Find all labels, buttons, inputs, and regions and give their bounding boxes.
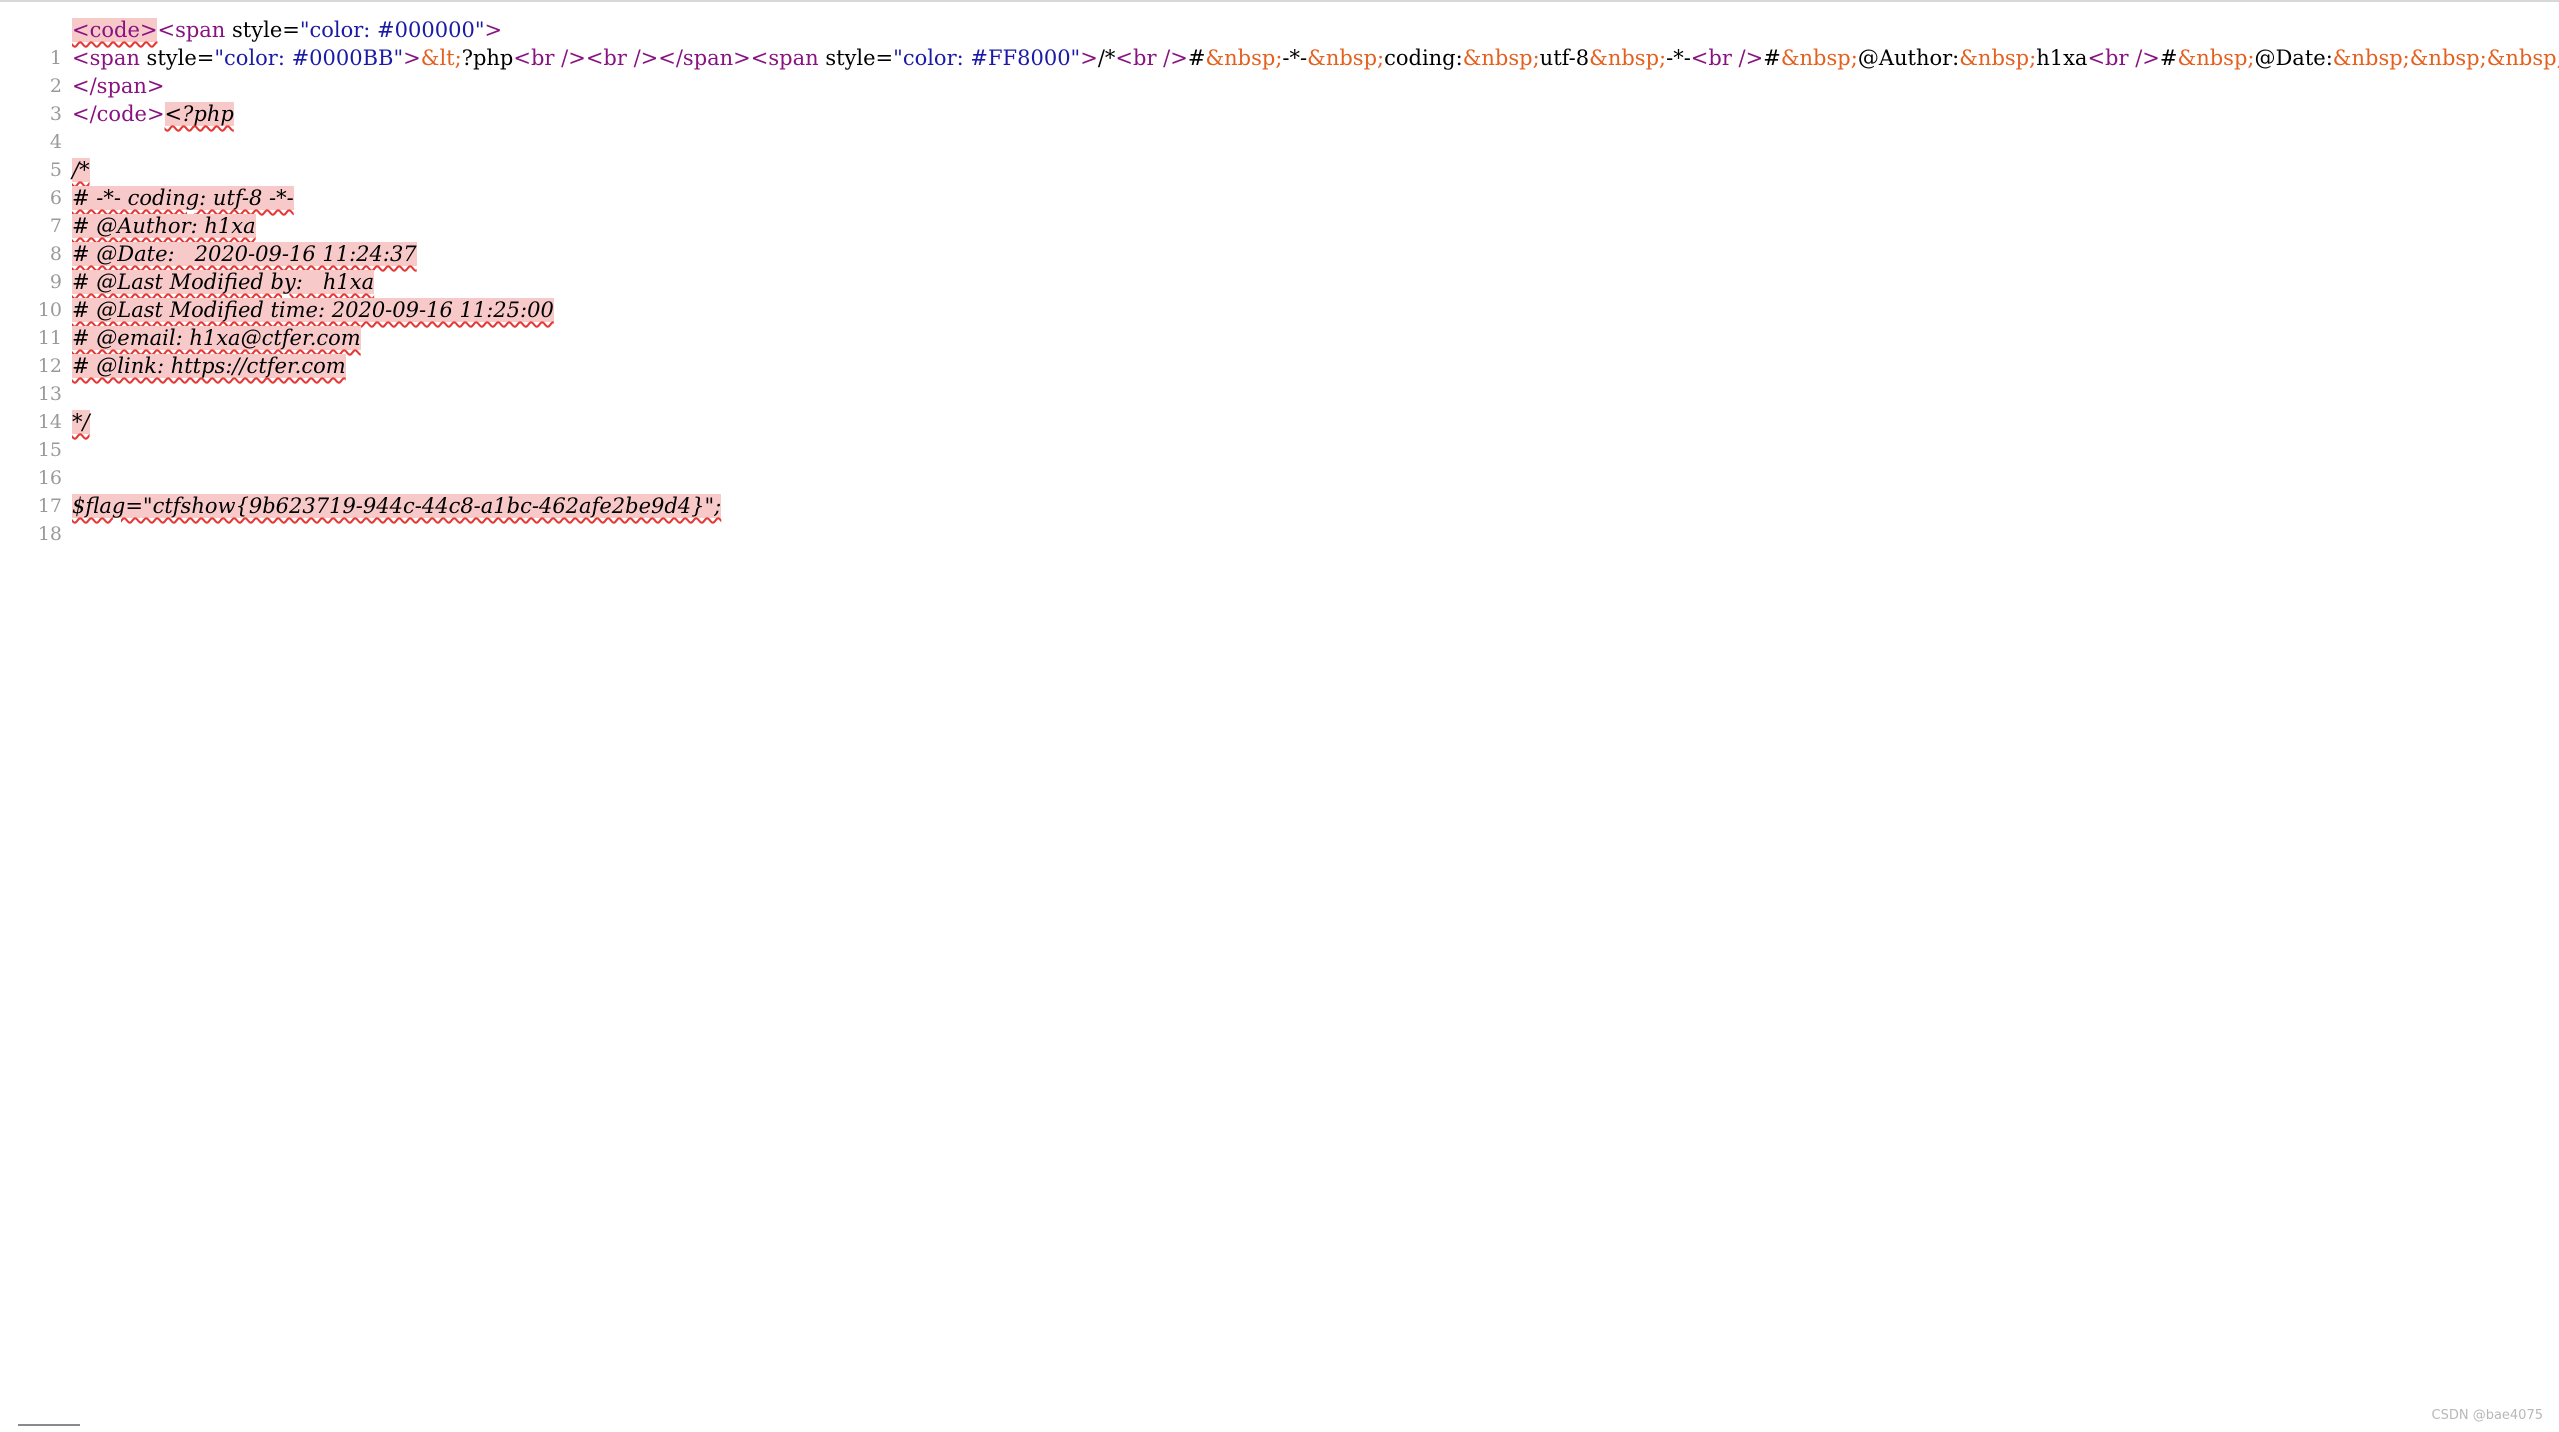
html-entity: &nbsp;: [1462, 46, 1540, 70]
source-line: 11 # @Last Modified time: 2020-09-16 11:…: [0, 296, 2559, 349]
style-attribute: style=: [225, 18, 300, 42]
source-line: 8 # @Author: h1xa: [0, 212, 2559, 265]
line-content: /*: [72, 156, 90, 184]
source-line: 2 <span style="color: #0000BB">&lt;?php<…: [0, 44, 2559, 97]
text-node: #: [1763, 46, 1781, 70]
span-close-tag: </span>: [72, 74, 165, 98]
html-entity: &nbsp;: [1589, 46, 1667, 70]
style-attribute: style=: [818, 46, 894, 70]
style-value: "color: #0000BB": [214, 46, 404, 70]
br-tag: <br />: [585, 46, 659, 70]
top-border: [0, 0, 2559, 2]
line-content: # -*- coding: utf-8 -*-: [72, 184, 294, 212]
php-open-error: <?php: [164, 102, 234, 126]
comment-error: # @Last Modified by: h1xa: [72, 270, 375, 294]
text-node: @Date:: [2254, 46, 2333, 70]
source-line: 13 # @link: https://ctfer.com: [0, 352, 2559, 405]
style-attribute: style=: [139, 46, 215, 70]
text-node: -*-: [1666, 46, 1691, 70]
style-value: "color: #FF8000": [893, 46, 1081, 70]
line-content: <span style="color: #0000BB">&lt;?php<br…: [72, 44, 2559, 72]
text-node: coding:: [1384, 46, 1463, 70]
source-line: 9 # @Date: 2020-09-16 11:24:37: [0, 240, 2559, 293]
view-source-window: 1 <code><span style="color: #000000"> 2 …: [0, 0, 2559, 1432]
watermark: CSDN @bae4075: [2431, 1408, 2544, 1423]
comment-error: */: [72, 410, 90, 434]
html-entity: &nbsp;: [1780, 46, 1858, 70]
text-node: #: [2159, 46, 2178, 70]
text-node: h1xa: [2036, 46, 2088, 70]
text-node: #: [1187, 46, 1206, 70]
source-line: 17: [0, 464, 2559, 517]
style-value: "color: #000000": [299, 18, 485, 42]
source-line: 18 $flag="ctfshow{9b623719-944c-44c8-a1b…: [0, 492, 2559, 545]
text-node: @Author:: [1857, 46, 1960, 70]
comment-error: # @email: h1xa@ctfer.com: [72, 326, 361, 350]
code-tag: <code>: [72, 18, 158, 42]
line-content: # @Author: h1xa: [72, 212, 256, 240]
html-entity: &lt;: [420, 46, 462, 70]
html-entity: &nbsp;&nbsp;&nbsp;: [2332, 46, 2559, 70]
comment-error: # @Author: h1xa: [72, 214, 256, 238]
line-number: 18: [37, 523, 62, 545]
html-entity: &nbsp;: [2177, 46, 2255, 70]
source-line: 3 </span>: [0, 72, 2559, 125]
text-node: -*-: [1282, 46, 1308, 70]
text-node: utf-8: [1539, 46, 1590, 70]
source-line: 7 # -*- coding: utf-8 -*-: [0, 184, 2559, 237]
text-node: /*: [1097, 46, 1116, 70]
br-tag: <br />: [1690, 46, 1764, 70]
line-content: </code><?php: [72, 100, 234, 128]
span-tag: <span: [72, 46, 140, 70]
tag-close: >: [484, 18, 503, 42]
br-tag: <br />: [2087, 46, 2160, 70]
source-line: 16: [0, 436, 2559, 489]
line-content: # @Last Modified by: h1xa: [72, 268, 375, 296]
line-content: </span>: [72, 72, 165, 100]
comment-error: # @link: https://ctfer.com: [72, 354, 346, 378]
code-close-tag: </code>: [72, 102, 165, 126]
source-line: 10 # @Last Modified by: h1xa: [0, 268, 2559, 321]
br-tag: <br />: [513, 46, 586, 70]
tag-close: >: [403, 46, 421, 70]
comment-error: # @Last Modified time: 2020-09-16 11:25:…: [72, 298, 554, 322]
comment-error: # @Date: 2020-09-16 11:24:37: [72, 242, 417, 266]
html-entity: &nbsp;: [1205, 46, 1283, 70]
line-content: # @link: https://ctfer.com: [72, 352, 346, 380]
line-content: <code><span style="color: #000000">: [72, 16, 502, 44]
source-line: 12 # @email: h1xa@ctfer.com: [0, 324, 2559, 377]
span-close-tag: </span>: [658, 46, 751, 70]
html-entity: &nbsp;: [1307, 46, 1385, 70]
source-line: 14: [0, 380, 2559, 433]
line-content: # @email: h1xa@ctfer.com: [72, 324, 361, 352]
source-line: 1 <code><span style="color: #000000">: [0, 16, 2559, 69]
br-tag: <br />: [1115, 46, 1188, 70]
line-content: $flag="ctfshow{9b623719-944c-44c8-a1bc-4…: [72, 492, 722, 520]
source-line: 6 /*: [0, 156, 2559, 209]
line-content: */: [72, 408, 90, 436]
tag-close: >: [1080, 46, 1098, 70]
source-line: 4 </code><?php: [0, 100, 2559, 153]
comment-error: /*: [72, 158, 90, 182]
span-tag: <span: [157, 18, 226, 42]
comment-error: # -*- coding: utf-8 -*-: [72, 186, 294, 210]
source-code-area[interactable]: 1 <code><span style="color: #000000"> 2 …: [0, 16, 2559, 1396]
text-node: ?php: [461, 46, 514, 70]
horizontal-scrollbar-thumb[interactable]: [18, 1424, 80, 1426]
line-content: # @Last Modified time: 2020-09-16 11:25:…: [72, 296, 554, 324]
source-line: 15 */: [0, 408, 2559, 461]
flag-line: $flag="ctfshow{9b623719-944c-44c8-a1bc-4…: [72, 494, 722, 518]
source-line: 5: [0, 128, 2559, 181]
span-tag: <span: [750, 46, 819, 70]
html-entity: &nbsp;: [1959, 46, 2037, 70]
line-content: # @Date: 2020-09-16 11:24:37: [72, 240, 417, 268]
